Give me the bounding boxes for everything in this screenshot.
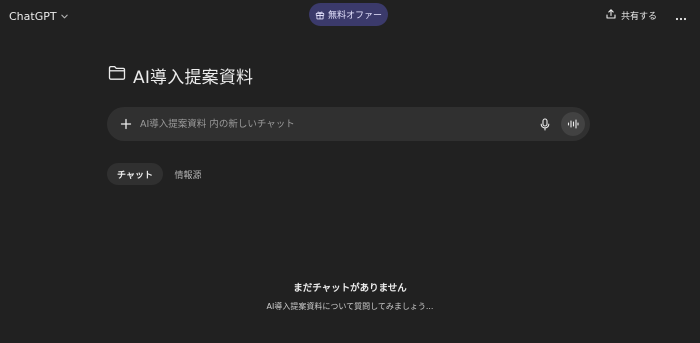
share-icon xyxy=(605,8,617,23)
project-title: AI導入提案資料 xyxy=(133,67,254,88)
chat-composer xyxy=(107,107,590,141)
free-offer-button[interactable]: 無料オファー xyxy=(309,3,388,26)
voice-mode-icon[interactable] xyxy=(561,112,585,136)
ellipsis-icon xyxy=(675,6,687,25)
model-name: ChatGPT xyxy=(9,9,57,23)
tab-chats-label: チャット xyxy=(117,170,153,181)
share-label: 共有する xyxy=(621,12,658,22)
mic-icon[interactable] xyxy=(537,116,553,132)
tab-sources[interactable]: 情報源 xyxy=(167,163,209,185)
offer-label: 無料オファー xyxy=(327,11,382,21)
gift-icon xyxy=(315,10,325,20)
model-switcher-button[interactable]: ChatGPT xyxy=(9,7,69,25)
empty-state-subtitle: AI導入提案資料について質問してみましょう... xyxy=(266,302,434,311)
tab-chats[interactable]: チャット xyxy=(107,163,163,185)
project-header: AI導入提案資料 xyxy=(108,63,254,88)
folder-icon xyxy=(108,65,126,85)
new-chat-input[interactable] xyxy=(140,115,520,133)
share-button[interactable]: 共有する xyxy=(605,7,657,24)
plus-icon[interactable] xyxy=(118,116,134,132)
more-options-button[interactable] xyxy=(672,7,690,24)
tab-sources-label: 情報源 xyxy=(174,170,202,181)
chevron-down-icon xyxy=(60,12,69,21)
project-page: ChatGPT 無料オファー 共有する AI導入提案資料 AI導入提案資料 内の… xyxy=(0,0,700,343)
empty-state-title: まだチャットがありません xyxy=(293,283,407,294)
